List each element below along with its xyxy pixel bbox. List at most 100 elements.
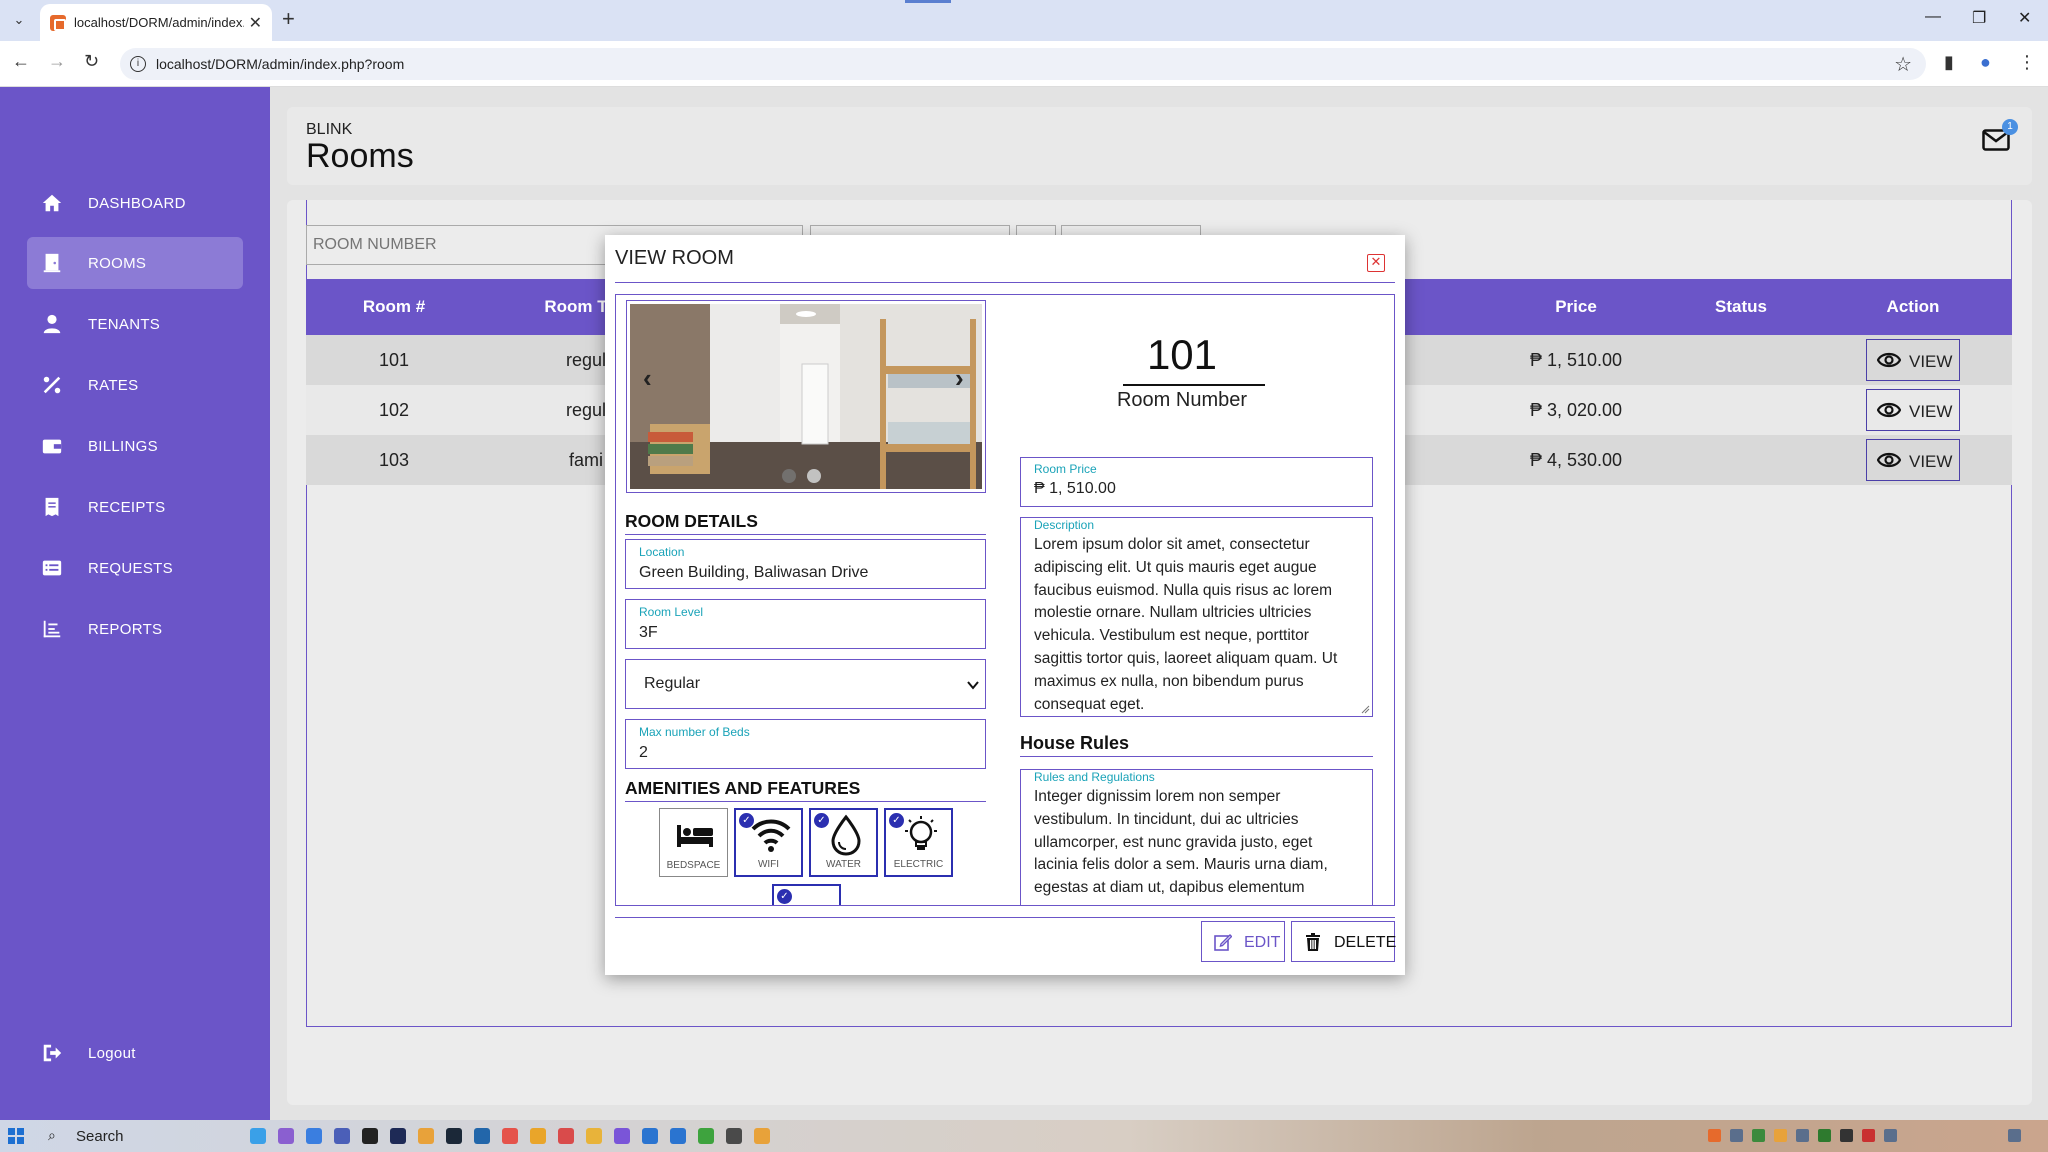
sidebar-item-requests[interactable]: REQUESTS — [27, 542, 243, 594]
taskbar-app-icon[interactable] — [698, 1128, 714, 1144]
search-icon: ⌕ — [48, 1127, 56, 1143]
restore-button[interactable]: ❐ — [1972, 8, 1986, 28]
amenity-water[interactable]: ✓ WATER — [809, 808, 878, 877]
carousel-indicator-active[interactable] — [807, 469, 821, 483]
browser-menu-icon[interactable]: ⋮ — [2018, 52, 2036, 73]
user-icon — [43, 314, 61, 334]
amenity-electric[interactable]: ✓ ELECTRIC — [884, 808, 953, 877]
amenity-more[interactable]: ✓ — [772, 884, 841, 905]
bookmark-star-icon[interactable]: ☆ — [1894, 52, 1912, 77]
room-photo-illustration — [630, 304, 982, 489]
taskbar-app-icon[interactable] — [446, 1128, 462, 1144]
taskbar-app-icon[interactable] — [670, 1128, 686, 1144]
logout-button[interactable]: Logout — [27, 1027, 243, 1079]
view-room-button[interactable]: VIEW — [1866, 439, 1960, 481]
taskbar-app-icon[interactable] — [390, 1128, 406, 1144]
description-textarea[interactable]: Description Lorem ipsum dolor sit amet, … — [1020, 517, 1373, 717]
browser-tab[interactable]: localhost/DORM/admin/index. ✕ — [40, 4, 272, 41]
resize-handle-icon[interactable] — [1361, 705, 1370, 714]
tray-icon[interactable] — [1796, 1129, 1809, 1142]
delete-button[interactable]: DELETE — [1291, 921, 1396, 962]
amenity-bedspace[interactable]: BEDSPACE — [659, 808, 728, 877]
room-type-select[interactable]: Regular — [625, 659, 986, 709]
taskbar-app-icon[interactable] — [614, 1128, 630, 1144]
room-level-value[interactable]: 3F — [639, 624, 658, 642]
cell-room-type: fami — [568, 450, 604, 470]
eye-icon — [1877, 452, 1901, 468]
tab-title: localhost/DORM/admin/index. — [74, 15, 244, 30]
profile-avatar-icon[interactable]: ● — [1980, 52, 1991, 73]
taskbar-app-icon[interactable] — [502, 1128, 518, 1144]
side-panel-icon[interactable]: ▮ — [1944, 52, 1954, 73]
minimize-button[interactable]: — — [1925, 8, 1941, 26]
cell-price: ₱ 1, 510.00 — [1529, 350, 1623, 370]
sidebar-item-receipts[interactable]: RECEIPTS — [27, 481, 243, 533]
tray-icon[interactable] — [1752, 1129, 1765, 1142]
window-close-button[interactable]: ✕ — [2018, 8, 2031, 28]
edit-button[interactable]: EDIT — [1201, 921, 1285, 962]
location-field[interactable]: Location Green Building, Baliwasan Drive — [625, 539, 986, 589]
back-arrow-icon[interactable]: ← — [12, 51, 30, 72]
taskbar-app-icon[interactable] — [530, 1128, 546, 1144]
taskbar-search[interactable]: ⌕ Search — [42, 1124, 238, 1148]
windows-start-icon[interactable] — [8, 1128, 24, 1144]
tab-search-chevron-icon[interactable]: ⌄ — [8, 9, 30, 31]
tray-icon[interactable] — [1862, 1129, 1875, 1142]
room-image-carousel[interactable]: ‹ › — [626, 300, 986, 493]
reload-icon[interactable]: ↻ — [84, 51, 99, 72]
view-room-button[interactable]: VIEW — [1866, 389, 1960, 431]
eye-icon — [1877, 352, 1901, 368]
forward-arrow-icon[interactable]: → — [48, 51, 66, 72]
amenity-wifi[interactable]: ✓ WIFI — [734, 808, 803, 877]
tray-icon[interactable] — [1774, 1129, 1787, 1142]
taskbar-app-icon[interactable] — [306, 1128, 322, 1144]
tray-icon[interactable] — [1818, 1129, 1831, 1142]
sidebar-item-dashboard[interactable]: DASHBOARD — [27, 177, 243, 229]
amenity-label: ELECTRIC — [893, 859, 944, 870]
rules-textarea[interactable]: Rules and Regulations Integer dignissim … — [1020, 769, 1373, 905]
sidebar-item-rooms[interactable]: ROOMS — [27, 237, 243, 289]
site-info-icon[interactable]: i — [130, 56, 146, 72]
max-beds-field[interactable]: Max number of Beds 2 — [625, 719, 986, 769]
taskbar-search-label: Search — [76, 1128, 124, 1145]
taskbar-app-icon[interactable] — [278, 1128, 294, 1144]
taskbar-app-icon[interactable] — [250, 1128, 266, 1144]
room-price-field[interactable]: Room Price ₱ 1, 510.00 — [1020, 457, 1373, 507]
tray-icon[interactable] — [1884, 1129, 1897, 1142]
tray-icon[interactable] — [1730, 1129, 1743, 1142]
new-tab-button[interactable]: + — [282, 6, 295, 32]
view-room-button[interactable]: VIEW — [1866, 339, 1960, 381]
url-text[interactable]: localhost/DORM/admin/index.php?room — [156, 56, 404, 72]
sidebar-item-tenants[interactable]: TENANTS — [27, 298, 243, 350]
modal-close-icon[interactable]: ✕ — [1367, 254, 1385, 272]
carousel-indicator[interactable] — [782, 469, 796, 483]
taskbar-app-icon[interactable] — [474, 1128, 490, 1144]
tab-close-icon[interactable]: ✕ — [249, 13, 262, 33]
sidebar-item-reports[interactable]: REPORTS — [27, 603, 243, 655]
taskbar-app-icon[interactable] — [726, 1128, 742, 1144]
taskbar-app-icon[interactable] — [754, 1128, 770, 1144]
address-bar[interactable]: i localhost/DORM/admin/index.php?room ☆ — [120, 48, 1926, 80]
taskbar-app-icon[interactable] — [586, 1128, 602, 1144]
taskbar-app-icon[interactable] — [558, 1128, 574, 1144]
location-value[interactable]: Green Building, Baliwasan Drive — [639, 564, 868, 582]
taskbar-app-icon[interactable] — [642, 1128, 658, 1144]
tray-icon[interactable] — [1840, 1129, 1853, 1142]
taskbar-app-icon[interactable] — [362, 1128, 378, 1144]
taskbar-app-icon[interactable] — [334, 1128, 350, 1144]
max-beds-value[interactable]: 2 — [639, 744, 648, 762]
taskbar-app-icon[interactable] — [418, 1128, 434, 1144]
rules-text[interactable]: Integer dignissim lorem non semper vesti… — [1034, 786, 1359, 900]
carousel-next-chevron-icon[interactable]: › — [955, 363, 964, 394]
tray-icon[interactable] — [1708, 1129, 1721, 1142]
home-icon — [42, 194, 62, 212]
room-level-field[interactable]: Room Level 3F — [625, 599, 986, 649]
sidebar-item-rates[interactable]: RATES — [27, 359, 243, 411]
sidebar-item-label: REQUESTS — [88, 560, 173, 577]
sidebar-item-billings[interactable]: BILLINGS — [27, 420, 243, 472]
notification-center-icon[interactable] — [2008, 1129, 2021, 1142]
room-price-value[interactable]: ₱ 1, 510.00 — [1034, 480, 1116, 498]
carousel-prev-chevron-icon[interactable]: ‹ — [643, 363, 652, 394]
column-header-price: Price — [1555, 297, 1597, 316]
description-text[interactable]: Lorem ipsum dolor sit amet, consectetur … — [1034, 534, 1359, 716]
